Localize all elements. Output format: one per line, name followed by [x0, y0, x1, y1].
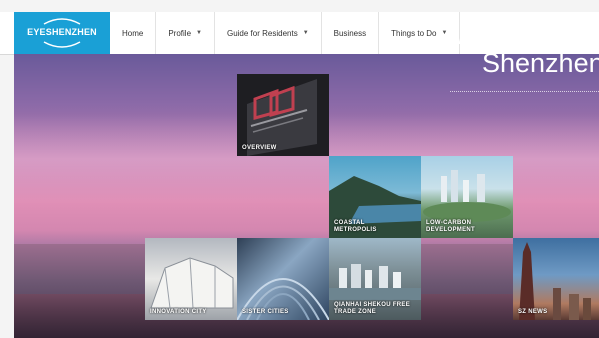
nav-guide-for-residents[interactable]: Guide for Residents ▼ — [215, 12, 322, 54]
tile-sz-news[interactable]: SZ NEWS — [513, 238, 599, 320]
tile-coastal-metropolis[interactable]: COASTAL METROPOLIS — [329, 156, 421, 238]
tile-low-carbon-development[interactable]: LOW-CARBON DEVELOPMENT — [421, 156, 513, 238]
chevron-down-icon: ▼ — [302, 30, 309, 36]
chevron-down-icon: ▼ — [441, 30, 448, 36]
nav-home[interactable]: Home — [110, 12, 157, 54]
modern-building-icon — [150, 257, 234, 309]
site-logo[interactable]: EYESHENZHEN — [14, 12, 110, 54]
chevron-down-icon: ▼ — [196, 30, 202, 36]
nav-profile[interactable]: Profile ▼ — [156, 12, 215, 54]
hero-tagline — [450, 91, 599, 98]
tile-innovation-city[interactable]: INNOVATION CITY — [145, 238, 237, 320]
tile-sister-cities[interactable]: SISTER CITIES — [237, 238, 329, 320]
tile-overview[interactable]: OVERVIEW — [237, 74, 329, 156]
tile-news-label: SZ NEWS — [518, 309, 548, 315]
hero-title-line2: Shenzhen — [482, 48, 599, 78]
building-sign-icon — [237, 74, 329, 156]
main-nav: Home Profile ▼ Guide for Residents ▼ Bus… — [110, 12, 461, 54]
architecture-icon — [237, 278, 329, 320]
hero-title-line1: Welcome to — [452, 20, 595, 50]
nav-things-label: Things to Do — [391, 28, 437, 38]
nav-things-to-do[interactable]: Things to Do ▼ — [379, 12, 461, 54]
page: EYESHENZHEN Home Profile ▼ Guide for Res… — [0, 0, 599, 338]
tile-low-carbon-label: LOW-CARBON DEVELOPMENT — [426, 220, 475, 233]
logo-text: EYESHENZHEN — [27, 27, 97, 37]
nav-business-label: Business — [333, 28, 367, 38]
nav-home-label: Home — [122, 28, 144, 38]
tile-innovation-label: INNOVATION CITY — [150, 309, 207, 315]
tile-sister-label: SISTER CITIES — [242, 309, 289, 315]
skyscraper-icon — [519, 242, 591, 320]
tile-coastal-label: COASTAL METROPOLIS — [334, 220, 377, 233]
tile-qianhai-label: QIANHAI SHEKOU FREE TRADE ZONE — [334, 302, 411, 315]
tile-overview-label: OVERVIEW — [242, 145, 277, 151]
nav-guide-label: Guide for Residents — [226, 28, 298, 38]
nav-profile-label: Profile — [168, 28, 192, 38]
tile-qianhai-shekou-free-trade-zone[interactable]: QIANHAI SHEKOU FREE TRADE ZONE — [329, 238, 421, 320]
nav-business[interactable]: Business — [322, 12, 380, 54]
